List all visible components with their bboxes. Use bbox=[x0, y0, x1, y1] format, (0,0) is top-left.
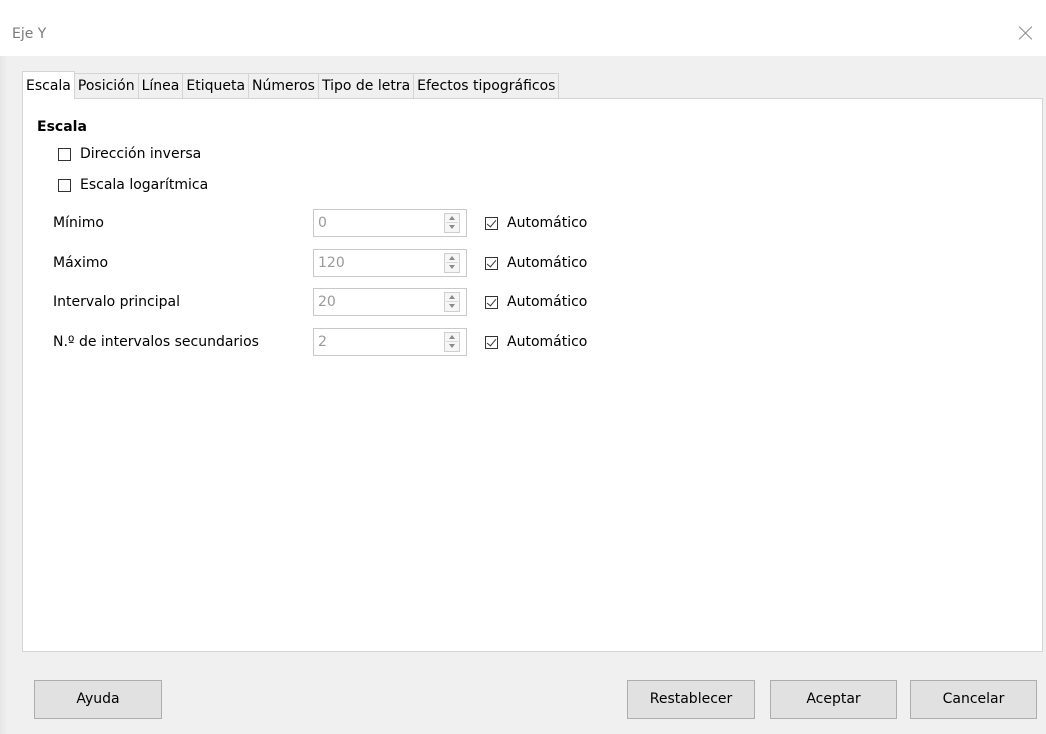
minor-intervals-label: N.º de intervalos secundarios bbox=[53, 334, 259, 350]
checkbox-box[interactable] bbox=[485, 295, 498, 309]
maximum-value: 120 bbox=[318, 255, 345, 271]
tab-escala[interactable]: Escala bbox=[22, 71, 75, 99]
checkbox-box[interactable] bbox=[58, 178, 71, 192]
checkbox-label: Dirección inversa bbox=[80, 146, 202, 162]
major-interval-auto-checkbox[interactable]: Automático bbox=[485, 294, 587, 310]
cancel-button[interactable]: Cancelar bbox=[910, 680, 1037, 719]
tab-efectos-tipograficos[interactable]: Efectos tipográficos bbox=[413, 73, 560, 98]
checkbox-box[interactable] bbox=[485, 335, 498, 349]
spin-arrows-icon[interactable] bbox=[444, 253, 460, 273]
minimum-auto-checkbox[interactable]: Automático bbox=[485, 215, 587, 231]
tab-linea[interactable]: Línea bbox=[137, 73, 184, 98]
tab-posicion[interactable]: Posición bbox=[73, 73, 139, 98]
checkbox-label: Automático bbox=[507, 334, 588, 350]
maximum-label: Máximo bbox=[53, 255, 109, 271]
title-bar: Eje Y bbox=[0, 0, 1046, 56]
ok-button[interactable]: Aceptar bbox=[770, 680, 897, 719]
maximum-auto-checkbox[interactable]: Automático bbox=[485, 255, 587, 271]
tab-panel-escala: Escala Dirección inversa Escala logarítm… bbox=[22, 98, 1043, 652]
spin-arrows-icon[interactable] bbox=[444, 213, 460, 233]
checkbox-box[interactable] bbox=[58, 147, 71, 161]
checkbox-label: Automático bbox=[507, 255, 588, 271]
reset-button[interactable]: Restablecer bbox=[627, 680, 755, 719]
reverse-direction-checkbox[interactable]: Dirección inversa bbox=[58, 146, 201, 162]
axis-dialog: Eje Y Escala Posición Línea Etiqueta Núm… bbox=[0, 0, 1046, 734]
minor-intervals-value: 2 bbox=[318, 334, 327, 350]
section-title: Escala bbox=[37, 119, 87, 135]
tab-tipo-de-letra[interactable]: Tipo de letra bbox=[317, 73, 415, 98]
spin-arrows-icon[interactable] bbox=[444, 292, 460, 312]
minimum-label: Mínimo bbox=[53, 215, 104, 231]
window-title: Eje Y bbox=[12, 26, 47, 42]
checkbox-box[interactable] bbox=[485, 216, 498, 230]
checkbox-label: Automático bbox=[507, 215, 588, 231]
tab-numeros[interactable]: Números bbox=[248, 73, 319, 98]
tab-etiqueta[interactable]: Etiqueta bbox=[182, 73, 250, 98]
checkbox-label: Automático bbox=[507, 294, 588, 310]
checkbox-box[interactable] bbox=[485, 256, 498, 270]
spin-arrows-icon[interactable] bbox=[444, 332, 460, 352]
minor-intervals-spinbox[interactable]: 2 bbox=[313, 328, 467, 356]
window-edge bbox=[0, 0, 8, 734]
close-icon[interactable] bbox=[1016, 24, 1036, 44]
minimum-value: 0 bbox=[318, 215, 327, 231]
tab-bar: Escala Posición Línea Etiqueta Números T… bbox=[22, 71, 560, 99]
log-scale-checkbox[interactable]: Escala logarítmica bbox=[58, 177, 208, 193]
maximum-spinbox[interactable]: 120 bbox=[313, 249, 467, 277]
minimum-spinbox[interactable]: 0 bbox=[313, 209, 467, 237]
minor-intervals-auto-checkbox[interactable]: Automático bbox=[485, 334, 587, 350]
major-interval-label: Intervalo principal bbox=[53, 294, 180, 310]
major-interval-value: 20 bbox=[318, 294, 336, 310]
help-button[interactable]: Ayuda bbox=[34, 680, 162, 719]
major-interval-spinbox[interactable]: 20 bbox=[313, 288, 467, 316]
checkbox-label: Escala logarítmica bbox=[80, 177, 209, 193]
